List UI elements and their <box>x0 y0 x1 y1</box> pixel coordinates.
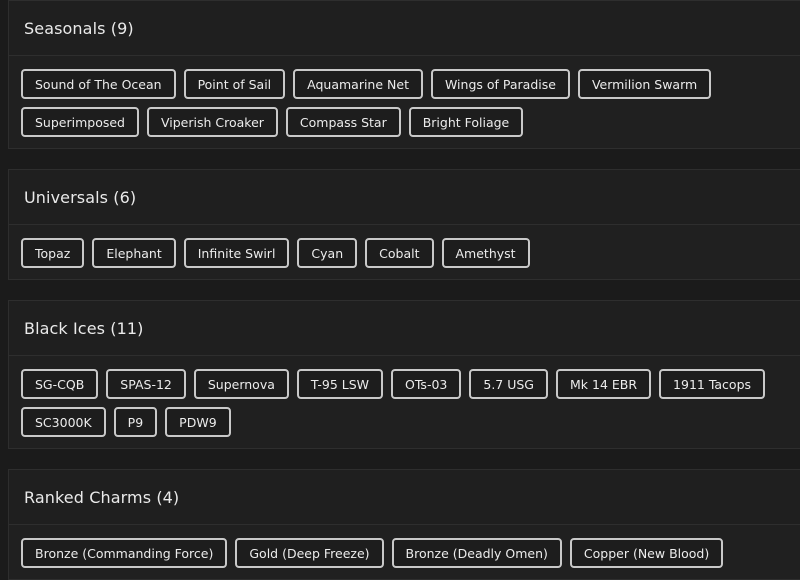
section-title: Universals (6) <box>24 187 137 207</box>
chip-p9[interactable]: P9 <box>113 407 158 437</box>
chip-spas-12[interactable]: SPAS-12 <box>106 369 186 399</box>
chip-sc3000k[interactable]: SC3000K <box>21 407 106 437</box>
section-ranked-charms: Ranked Charms (4) Bronze (Commanding For… <box>8 469 800 580</box>
chip-viperish-croaker[interactable]: Viperish Croaker <box>147 107 278 137</box>
chip-compass-star[interactable]: Compass Star <box>285 107 401 137</box>
chip-sg-cqb[interactable]: SG-CQB <box>21 369 99 399</box>
chip-aquamarine-net[interactable]: Aquamarine Net <box>293 69 423 99</box>
chip-list: SG-CQB SPAS-12 Supernova T-95 LSW OTs-03… <box>9 356 789 445</box>
chip-topaz[interactable]: Topaz <box>21 238 85 268</box>
chip-infinite-swirl[interactable]: Infinite Swirl <box>183 238 290 268</box>
chip-mk-14-ebr[interactable]: Mk 14 EBR <box>556 369 652 399</box>
chip-bronze-commanding-force[interactable]: Bronze (Commanding Force) <box>21 538 228 568</box>
chip-cyan[interactable]: Cyan <box>297 238 358 268</box>
chip-1911-tacops[interactable]: 1911 Tacops <box>659 369 766 399</box>
section-black-ices: Black Ices (11) SG-CQB SPAS-12 Supernova… <box>8 300 800 449</box>
chip-supernova[interactable]: Supernova <box>193 369 289 399</box>
section-header: Ranked Charms (4) <box>9 470 800 525</box>
section-seasonals: Seasonals (9) Sound of The Ocean Point o… <box>8 0 800 149</box>
chip-bronze-deadly-omen[interactable]: Bronze (Deadly Omen) <box>391 538 562 568</box>
chip-pdw9[interactable]: PDW9 <box>165 407 231 437</box>
chip-list: Bronze (Commanding Force) Gold (Deep Fre… <box>9 525 789 576</box>
chip-amethyst[interactable]: Amethyst <box>441 238 530 268</box>
chip-point-of-sail[interactable]: Point of Sail <box>183 69 286 99</box>
chip-copper-new-blood[interactable]: Copper (New Blood) <box>569 538 724 568</box>
section-header: Black Ices (11) <box>9 301 800 356</box>
section-title: Black Ices (11) <box>24 318 144 338</box>
charm-collection-page: Seasonals (9) Sound of The Ocean Point o… <box>0 0 800 580</box>
chip-cobalt[interactable]: Cobalt <box>365 238 434 268</box>
chip-gold-deep-freeze[interactable]: Gold (Deep Freeze) <box>235 538 384 568</box>
section-title: Ranked Charms (4) <box>24 487 180 507</box>
chip-list: Sound of The Ocean Point of Sail Aquamar… <box>9 56 789 145</box>
chip-elephant[interactable]: Elephant <box>92 238 176 268</box>
chip-5-7-usg[interactable]: 5.7 USG <box>469 369 548 399</box>
section-header: Universals (6) <box>9 170 800 225</box>
section-header: Seasonals (9) <box>9 1 800 56</box>
chip-wings-of-paradise[interactable]: Wings of Paradise <box>430 69 570 99</box>
chip-sound-of-the-ocean[interactable]: Sound of The Ocean <box>21 69 176 99</box>
chip-bright-foliage[interactable]: Bright Foliage <box>408 107 524 137</box>
chip-superimposed[interactable]: Superimposed <box>21 107 139 137</box>
chip-t-95-lsw[interactable]: T-95 LSW <box>296 369 384 399</box>
section-universals: Universals (6) Topaz Elephant Infinite S… <box>8 169 800 280</box>
chip-ots-03[interactable]: OTs-03 <box>391 369 462 399</box>
section-title: Seasonals (9) <box>24 18 134 38</box>
chip-vermilion-swarm[interactable]: Vermilion Swarm <box>577 69 712 99</box>
chip-list: Topaz Elephant Infinite Swirl Cyan Cobal… <box>9 225 789 276</box>
